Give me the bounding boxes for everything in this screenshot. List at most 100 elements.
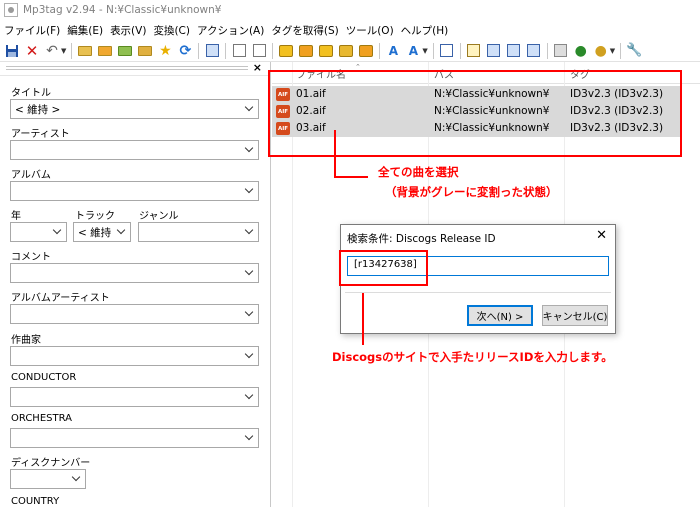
window-title: Mp3tag v2.94 - N:¥Classic¥unknown¥ <box>23 4 222 16</box>
export-icon[interactable] <box>486 43 502 59</box>
chevron-down-icon[interactable] <box>244 432 254 444</box>
list-icon[interactable] <box>204 43 220 59</box>
disc-number-label: ディスクナンバー <box>11 458 91 469</box>
undo-dropdown-icon[interactable]: ▼ <box>61 47 66 55</box>
composer-field[interactable] <box>10 346 259 366</box>
convert-icon[interactable] <box>358 43 374 59</box>
dialog-divider <box>345 292 611 293</box>
playlist-icon[interactable] <box>117 43 133 59</box>
print-icon[interactable] <box>553 43 569 59</box>
toolbar-separator <box>379 42 381 59</box>
toolbar-separator <box>459 42 461 59</box>
next-button[interactable]: 次へ(N) > <box>467 305 533 326</box>
album-artist-label: アルバムアーティスト <box>11 293 110 304</box>
title-label: タイトル <box>11 88 51 99</box>
chevron-down-icon[interactable] <box>244 144 254 156</box>
comment-field[interactable] <box>10 263 259 283</box>
case-dropdown-icon[interactable]: ▼ <box>422 47 427 55</box>
dialog-title: 検索条件: Discogs Release ID <box>347 233 496 245</box>
title-field[interactable]: < 維持 > <box>10 99 259 119</box>
toolbar-separator <box>546 42 548 59</box>
album-artist-field[interactable] <box>10 304 259 324</box>
track-label: トラック <box>75 211 115 222</box>
app-icon <box>4 3 18 17</box>
annotation-line <box>334 176 368 178</box>
year-field[interactable] <box>10 222 67 242</box>
menu-convert[interactable]: 変換(C) <box>153 23 190 38</box>
cancel-button[interactable]: キャンセル(C) <box>542 305 608 326</box>
convert-icon[interactable] <box>338 43 354 59</box>
case-icon[interactable]: A <box>405 43 421 59</box>
menu-view[interactable]: 表示(V) <box>110 23 146 38</box>
close-icon[interactable]: × <box>253 62 262 75</box>
web-icon[interactable]: ● <box>573 43 589 59</box>
save-icon[interactable] <box>4 43 20 59</box>
toolbar-separator <box>272 42 274 59</box>
chevron-down-icon[interactable] <box>244 103 254 115</box>
chevron-down-icon[interactable] <box>52 226 62 238</box>
toolbar-separator <box>198 42 200 59</box>
panel-grip[interactable] <box>6 66 248 70</box>
title-bar: Mp3tag v2.94 - N:¥Classic¥unknown¥ <box>0 0 700 20</box>
chevron-down-icon[interactable] <box>116 226 126 238</box>
web-icon[interactable]: ● <box>593 43 609 59</box>
chevron-down-icon[interactable] <box>244 267 254 279</box>
toolbar: ✕ ↶ ▼ ★ ⟳ A A ▼ ● ● ▼ 🔧 <box>0 40 700 62</box>
input-highlight-box <box>339 250 428 286</box>
chevron-down-icon[interactable] <box>244 226 254 238</box>
menu-tools[interactable]: ツール(O) <box>346 23 394 38</box>
orchestra-field[interactable] <box>10 428 259 448</box>
chevron-down-icon[interactable] <box>244 350 254 362</box>
annotation-line <box>334 130 336 176</box>
conductor-label: CONDUCTOR <box>11 372 77 383</box>
delete-icon[interactable]: ✕ <box>24 43 40 59</box>
menu-bar: ファイル(F) 編集(E) 表示(V) 変換(C) アクション(A) タグを取得… <box>0 20 700 40</box>
chevron-down-icon[interactable] <box>244 391 254 403</box>
tag-to-file-icon[interactable] <box>231 43 247 59</box>
convert-icon[interactable] <box>318 43 334 59</box>
select-all-annotation: 全ての曲を選択 <box>378 165 459 179</box>
conductor-field[interactable] <box>10 387 259 407</box>
undo-icon[interactable]: ↶ <box>44 43 60 59</box>
export-icon[interactable] <box>466 43 482 59</box>
chevron-down-icon[interactable] <box>71 473 81 485</box>
add-folder-icon[interactable] <box>97 43 113 59</box>
menu-file[interactable]: ファイル(F) <box>4 23 60 38</box>
menu-tag-sources[interactable]: タグを取得(S) <box>271 23 338 38</box>
comment-label: コメント <box>11 252 51 263</box>
convert-icon[interactable] <box>278 43 294 59</box>
album-field[interactable] <box>10 181 259 201</box>
genre-field[interactable] <box>138 222 259 242</box>
settings-icon[interactable]: 🔧 <box>626 43 642 59</box>
disc-number-field[interactable] <box>10 469 86 489</box>
refresh-icon[interactable]: ⟳ <box>177 43 193 59</box>
artist-label: アーティスト <box>11 129 70 140</box>
title-value: < 維持 > <box>15 103 61 116</box>
enter-id-annotation: Discogsのサイトで入手たリリースIDを入力します。 <box>332 350 613 364</box>
toolbar-separator <box>620 42 622 59</box>
track-field[interactable]: < 維持 <box>73 222 131 242</box>
close-icon[interactable]: ✕ <box>596 228 607 243</box>
actions-icon[interactable]: A <box>385 43 401 59</box>
open-folder-icon[interactable] <box>77 43 93 59</box>
favorites-icon[interactable] <box>137 43 153 59</box>
star-icon[interactable]: ★ <box>157 43 173 59</box>
edit-icon[interactable] <box>439 43 455 59</box>
toolbar-separator <box>225 42 227 59</box>
menu-help[interactable]: ヘルプ(H) <box>401 23 449 38</box>
country-label: COUNTRY <box>11 496 60 507</box>
export-icon[interactable] <box>526 43 542 59</box>
chevron-down-icon[interactable] <box>244 308 254 320</box>
artist-field[interactable] <box>10 140 259 160</box>
file-to-tag-icon[interactable] <box>251 43 267 59</box>
web-dropdown-icon[interactable]: ▼ <box>610 47 615 55</box>
chevron-down-icon[interactable] <box>244 185 254 197</box>
toolbar-separator <box>432 42 434 59</box>
menu-actions[interactable]: アクション(A) <box>197 23 264 38</box>
menu-edit[interactable]: 編集(E) <box>67 23 103 38</box>
convert-icon[interactable] <box>298 43 314 59</box>
tag-panel-header: × <box>0 62 270 76</box>
export-icon[interactable] <box>506 43 522 59</box>
select-all-note: （背景がグレーに変割った状態） <box>385 185 558 199</box>
composer-label: 作曲家 <box>11 335 41 346</box>
